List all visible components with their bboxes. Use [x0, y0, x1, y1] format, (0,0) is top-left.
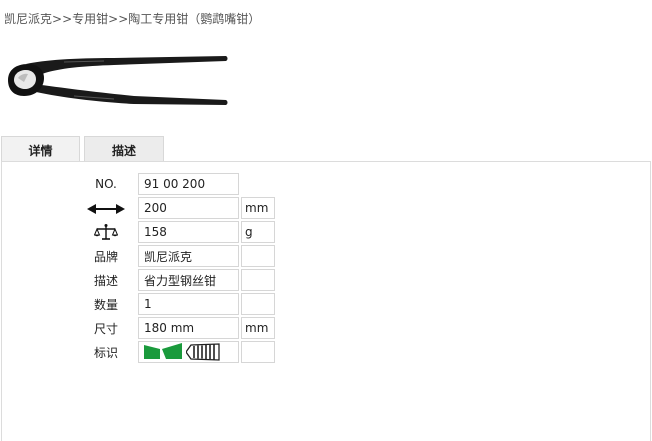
table-row: 数量 1 — [76, 293, 275, 315]
tab-details[interactable]: 详情 — [1, 136, 80, 162]
spec-value-quantity: 1 — [138, 293, 239, 315]
spec-label-description: 描述 — [93, 273, 118, 288]
spec-unit-brand — [241, 245, 275, 267]
spec-label-mark: 标识 — [93, 345, 118, 360]
spec-table: NO. 91 00 200 200 mm 158 g 品牌 凯尼派克 描述 省力… — [74, 171, 277, 365]
breadcrumb-item-brand[interactable]: 凯尼派克 — [4, 12, 52, 26]
spec-value-length: 200 — [138, 197, 239, 219]
double-arrow-length-icon — [87, 203, 125, 214]
spec-unit-length: mm — [241, 197, 275, 219]
spec-value-description: 省力型钢丝钳 — [138, 269, 239, 291]
spec-unit-description — [241, 269, 275, 291]
tab-bar: 详情 描述 — [0, 136, 652, 162]
table-row: NO. 91 00 200 — [76, 173, 275, 195]
spec-value-weight: 158 — [138, 221, 239, 243]
table-row: 尺寸 180 mm mm — [76, 317, 275, 339]
spec-unit-empty — [241, 173, 275, 195]
breadcrumb-separator: >> — [108, 12, 129, 26]
table-row: 描述 省力型钢丝钳 — [76, 269, 275, 291]
table-row: 品牌 凯尼派克 — [76, 245, 275, 267]
breadcrumb-separator: >> — [52, 12, 73, 26]
spec-value-brand: 凯尼派克 — [138, 245, 239, 267]
green-jaw-mark-icon — [144, 343, 182, 359]
pliers-product-image — [8, 56, 228, 105]
tab-description[interactable]: 描述 — [84, 136, 164, 162]
spec-label-size: 尺寸 — [93, 321, 118, 336]
spec-label-weight — [76, 221, 136, 243]
spec-value-no: 91 00 200 — [138, 173, 239, 195]
breadcrumb: 凯尼派克>>专用钳>>陶工专用钳（鹦鹉嘴钳） — [4, 10, 260, 27]
table-row: 158 g — [76, 221, 275, 243]
table-row: 200 mm — [76, 197, 275, 219]
spec-label-brand: 品牌 — [93, 249, 118, 264]
details-panel: NO. 91 00 200 200 mm 158 g 品牌 凯尼派克 描述 省力… — [1, 161, 651, 441]
grip-pattern-icon — [185, 343, 220, 361]
spec-unit-size: mm — [241, 317, 275, 339]
spec-unit-quantity — [241, 293, 275, 315]
balance-scale-icon — [94, 224, 118, 240]
spec-unit-mark — [241, 341, 275, 363]
spec-label-quantity: 数量 — [93, 297, 118, 312]
table-row: 标识 — [76, 341, 275, 363]
breadcrumb-item-product[interactable]: 陶工专用钳（鹦鹉嘴钳） — [128, 12, 260, 26]
spec-label-length — [76, 197, 136, 219]
spec-label-no: NO. — [95, 177, 117, 191]
spec-unit-weight: g — [241, 221, 275, 243]
spec-value-size: 180 mm — [138, 317, 239, 339]
breadcrumb-item-category[interactable]: 专用钳 — [72, 12, 108, 26]
spec-value-mark — [138, 341, 239, 363]
